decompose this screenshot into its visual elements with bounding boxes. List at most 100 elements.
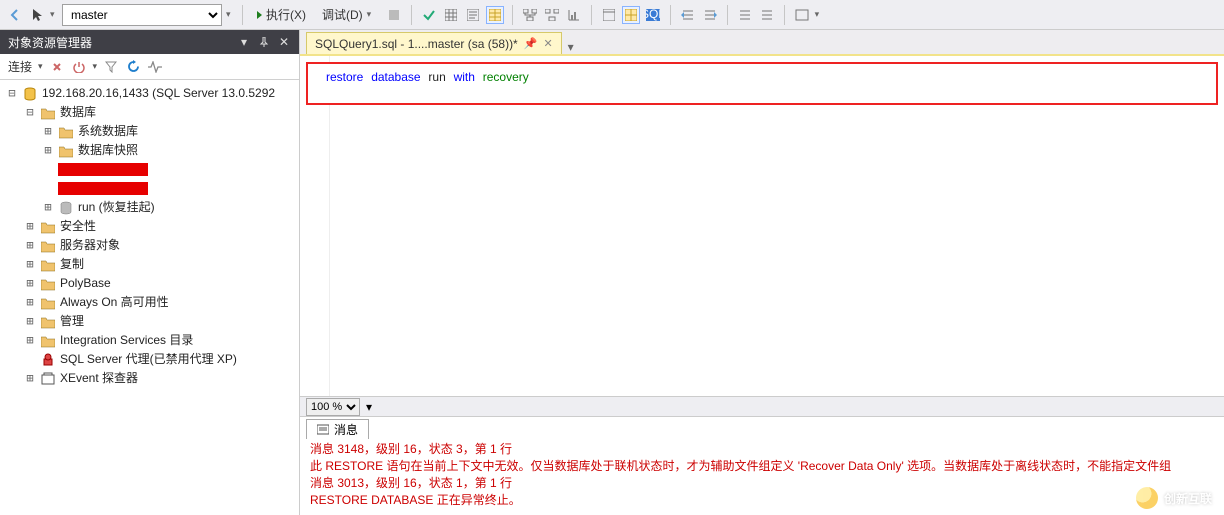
tree-label: 管理: [60, 312, 84, 331]
tab-list-dropdown-icon[interactable]: ▾: [568, 40, 574, 54]
tree-label: 复制: [60, 255, 84, 274]
tab-messages[interactable]: 消息: [306, 419, 369, 439]
misc-icon[interactable]: [793, 6, 811, 24]
folder-icon: [40, 333, 56, 349]
tree-label: Integration Services 目录: [60, 331, 193, 350]
tree-label: 数据库: [60, 103, 96, 122]
nav-back-icon[interactable]: [6, 6, 24, 24]
message-line: 消息 3148，级别 16，状态 3，第 1 行: [310, 442, 512, 456]
folder-icon: [40, 238, 56, 254]
folder-icon: [40, 257, 56, 273]
refresh-icon[interactable]: [125, 59, 141, 75]
table2-icon[interactable]: [622, 6, 640, 24]
panel-title-bar: 对象资源管理器 ▾ ✕: [0, 30, 299, 54]
folder-icon: [58, 124, 74, 140]
tree-management-node[interactable]: ⊞管理: [24, 312, 299, 331]
uncomment-icon[interactable]: [758, 6, 776, 24]
redacted-label: [58, 163, 148, 176]
tree-sysdb-node[interactable]: ⊞ 系统数据库: [42, 122, 299, 141]
table-icon[interactable]: [600, 6, 618, 24]
tree-redacted-node[interactable]: ⊞: [42, 179, 299, 198]
debug-button[interactable]: 调试(D) ▾: [316, 4, 381, 26]
svg-text:SQL: SQL: [646, 9, 660, 21]
cursor-icon[interactable]: [28, 6, 46, 24]
filter-icon[interactable]: [103, 59, 119, 75]
tree-redacted-node[interactable]: ⊞: [42, 160, 299, 179]
zoom-select[interactable]: 100 %: [306, 398, 360, 416]
play-icon: [257, 11, 262, 19]
disconnect-icon[interactable]: [71, 59, 87, 75]
sql-document: restore database run with recovery 100 %…: [300, 54, 1224, 515]
object-tree[interactable]: ⊟ 192.168.20.16,1433 (SQL Server 13.0.52…: [0, 80, 299, 515]
messages-body[interactable]: 消息 3148，级别 16，状态 3，第 1 行 此 RESTORE 语句在当前…: [300, 439, 1224, 515]
tree-label: 数据库快照: [78, 141, 138, 160]
pin-icon[interactable]: [257, 35, 271, 49]
folder-icon: [40, 105, 56, 121]
tree-polybase-node[interactable]: ⊞PolyBase: [24, 274, 299, 293]
code-editor[interactable]: restore database run with recovery: [300, 56, 1224, 396]
window-menu-icon[interactable]: ▾: [237, 35, 251, 49]
folder-icon: [40, 295, 56, 311]
folder-icon: [40, 314, 56, 330]
text-result-icon[interactable]: [464, 6, 482, 24]
dropdown-icon[interactable]: ▾: [226, 9, 234, 20]
close-icon[interactable]: ✕: [277, 35, 291, 49]
activity-icon[interactable]: [147, 59, 163, 75]
close-icon[interactable]: ✕: [543, 37, 552, 50]
redacted-label: [58, 182, 148, 195]
tree-label: run (恢复挂起): [78, 198, 155, 217]
indent-in-icon[interactable]: [701, 6, 719, 24]
tree-replication-node[interactable]: ⊞复制: [24, 255, 299, 274]
execute-button[interactable]: 执行(X): [251, 4, 312, 26]
grid-result-icon[interactable]: [486, 6, 504, 24]
pin-icon[interactable]: 📌: [524, 37, 538, 50]
tree-label: SQL Server 代理(已禁用代理 XP): [60, 350, 237, 369]
connect-label[interactable]: 连接: [8, 58, 32, 75]
stop-icon[interactable]: [385, 6, 403, 24]
highlighted-code-line: restore database run with recovery: [306, 62, 1218, 105]
tree-integration-node[interactable]: ⊞Integration Services 目录: [24, 331, 299, 350]
stats-icon[interactable]: [565, 6, 583, 24]
main-toolbar: ▾ master ▾ 执行(X) 调试(D) ▾ SQL ▾: [0, 0, 1224, 30]
server-icon: [22, 86, 38, 102]
tab-sqlquery[interactable]: SQLQuery1.sql - 1....master (sa (58))* 📌…: [306, 32, 562, 54]
tree-server-node[interactable]: ⊟ 192.168.20.16,1433 (SQL Server 13.0.52…: [6, 84, 299, 103]
sql-icon[interactable]: SQL: [644, 6, 662, 24]
messages-icon: [317, 424, 329, 436]
grid-icon[interactable]: [442, 6, 460, 24]
tree-label: 安全性: [60, 217, 96, 236]
xevent-icon: [40, 371, 56, 387]
plan2-icon[interactable]: [543, 6, 561, 24]
editor-area: SQLQuery1.sql - 1....master (sa (58))* 📌…: [300, 30, 1224, 515]
object-explorer-panel: 对象资源管理器 ▾ ✕ 连接 ▾ ▾ ⊟ 192.168.20.16,1433 …: [0, 30, 300, 515]
tree-label: 服务器对象: [60, 236, 120, 255]
message-line: RESTORE DATABASE 正在异常终止。: [310, 493, 521, 507]
tree-snapshots-node[interactable]: ⊞ 数据库快照: [42, 141, 299, 160]
plan-icon[interactable]: [521, 6, 539, 24]
connect-toolbar: 连接 ▾ ▾: [0, 54, 299, 80]
tree-xevent-node[interactable]: ⊞XEvent 探查器: [24, 369, 299, 388]
folder-icon: [40, 276, 56, 292]
database-select[interactable]: master: [62, 4, 222, 26]
tree-label: XEvent 探查器: [60, 369, 138, 388]
tree-label: 192.168.20.16,1433 (SQL Server 13.0.5292: [42, 84, 275, 103]
tree-server-objects-node[interactable]: ⊞服务器对象: [24, 236, 299, 255]
message-line: 消息 3013，级别 16，状态 1，第 1 行: [310, 476, 512, 490]
tree-alwayson-node[interactable]: ⊞Always On 高可用性: [24, 293, 299, 312]
tree-label: Always On 高可用性: [60, 293, 169, 312]
message-line: 此 RESTORE 语句在当前上下文中无效。仅当数据库处于联机状态时，才为辅助文…: [310, 459, 1171, 473]
check-icon[interactable]: [420, 6, 438, 24]
tree-databases-node[interactable]: ⊟ 数据库: [24, 103, 299, 122]
tree-agent-node[interactable]: SQL Server 代理(已禁用代理 XP): [24, 350, 299, 369]
indent-out-icon[interactable]: [679, 6, 697, 24]
tree-label: 系统数据库: [78, 122, 138, 141]
connect-icon[interactable]: [49, 59, 65, 75]
tree-security-node[interactable]: ⊞安全性: [24, 217, 299, 236]
tree-db-run-node[interactable]: ⊞ run (恢复挂起): [42, 198, 299, 217]
debug-label: 调试(D): [322, 6, 363, 23]
comment-icon[interactable]: [736, 6, 754, 24]
database-icon: [58, 200, 74, 216]
zoom-bar: 100 % ▾: [300, 396, 1224, 416]
tab-label: 消息: [334, 421, 358, 438]
dropdown-icon[interactable]: ▾: [50, 9, 58, 20]
